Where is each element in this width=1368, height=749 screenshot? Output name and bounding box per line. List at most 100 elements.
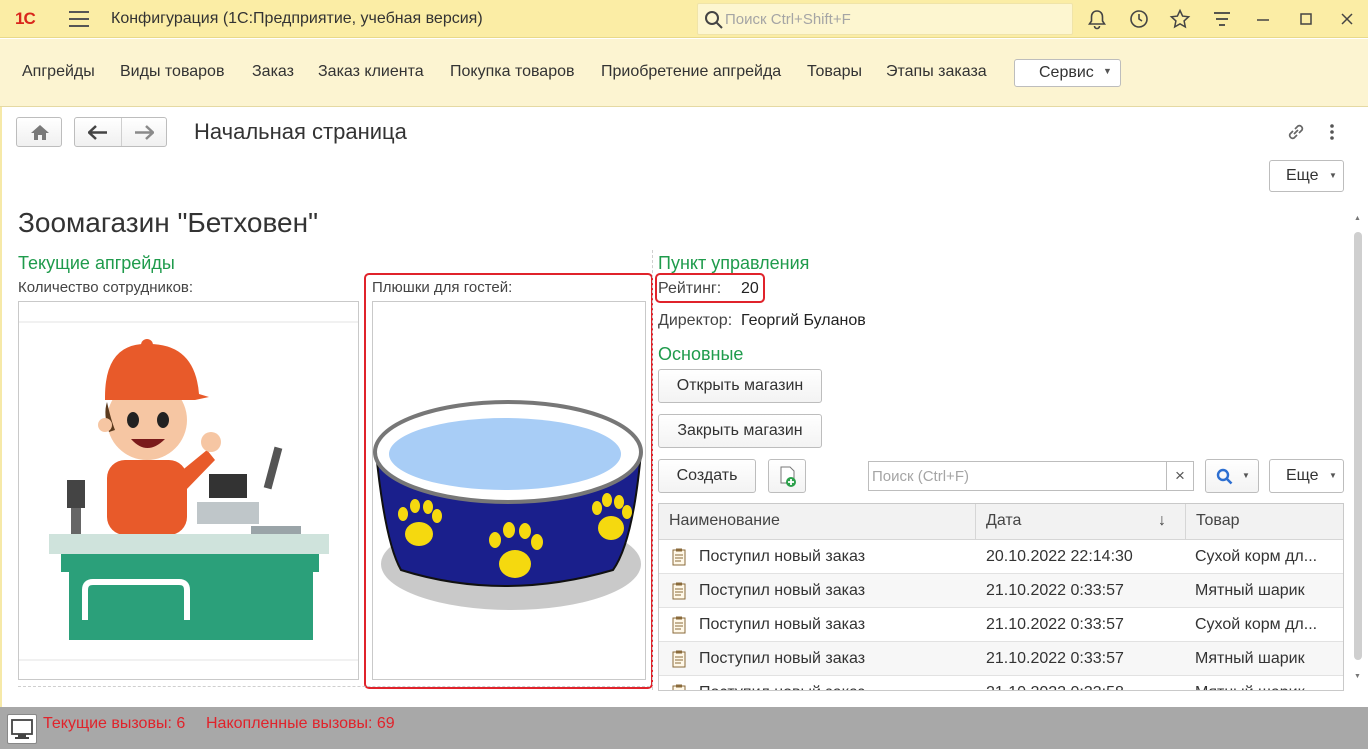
column-header-product[interactable]: Товар — [1186, 504, 1343, 540]
scroll-up-icon[interactable]: ▲ — [1354, 215, 1361, 222]
table-header: Наименование Дата ↓ Товар — [659, 504, 1343, 540]
row-date: 20.10.2022 22:14:30 — [986, 548, 1133, 565]
home-icon — [31, 125, 49, 140]
sort-down-icon: ↓ — [1158, 512, 1166, 529]
rating-highlight — [655, 273, 765, 303]
left-border — [0, 107, 2, 707]
employees-image — [18, 301, 359, 680]
filter-icon[interactable] — [1211, 8, 1233, 30]
section-products[interactable]: Товары — [807, 63, 862, 81]
section-upgrade-acquisition[interactable]: Приобретение апгрейда — [601, 63, 781, 81]
sections-panel: Апгрейды Виды товаров Заказ Заказ клиент… — [0, 39, 1368, 107]
status-bar: Текущие вызовы: 6 Накопленные вызовы: 69 — [0, 707, 1368, 749]
section-product-types[interactable]: Виды товаров — [120, 63, 224, 81]
row-product: Мятный шарик — [1195, 650, 1305, 667]
accumulated-calls: Накопленные вызовы: 69 — [206, 715, 395, 732]
star-icon[interactable] — [1169, 8, 1191, 30]
row-product: Мятный шарик — [1195, 676, 1341, 690]
section-order[interactable]: Заказ — [252, 63, 294, 81]
global-search-input[interactable]: Поиск Ctrl+Shift+F — [697, 3, 1073, 35]
main-menu-icon[interactable] — [69, 11, 89, 27]
maximize-icon[interactable] — [1295, 8, 1317, 30]
director-value: Георгий Буланов — [741, 312, 866, 329]
row-product: Сухой корм дл... — [1195, 548, 1318, 565]
store-title: Зоомагазин "Бетховен" — [18, 207, 319, 238]
current-calls: Текущие вызовы: 6 — [43, 715, 186, 732]
table-row[interactable]: Поступил новый заказ 21.10.2022 0:33:57 … — [659, 574, 1343, 608]
page-more-button[interactable]: Еще ▼ — [1269, 160, 1344, 192]
main-group-title: Основные — [658, 344, 744, 364]
row-date: 21.10.2022 0:33:57 — [986, 582, 1124, 599]
section-upgrades[interactable]: Апгрейды — [22, 63, 95, 81]
orders-table: Наименование Дата ↓ Товар Поступил новый… — [658, 503, 1344, 691]
service-menu-label: Сервис — [1039, 64, 1094, 81]
cashier-illustration — [19, 321, 358, 661]
upgrades-group-title: Текущие апгрейды — [18, 253, 175, 273]
chevron-down-icon: ▼ — [1242, 471, 1250, 480]
bell-icon[interactable] — [1086, 8, 1108, 30]
page-scrollbar[interactable]: ▲ ▼ — [1353, 215, 1363, 685]
list-search-input[interactable]: Поиск (Ctrl+F) × — [868, 461, 1194, 491]
history-icon[interactable] — [1128, 8, 1150, 30]
row-name: Поступил новый заказ — [699, 582, 866, 599]
row-name: Поступил новый заказ — [699, 650, 866, 667]
home-button[interactable] — [16, 117, 62, 147]
row-name: Поступил новый заказ — [699, 676, 969, 690]
column-header-date[interactable]: Дата ↓ — [976, 504, 1186, 540]
search-options-button[interactable]: ▼ — [1205, 459, 1259, 493]
chevron-down-icon: ▼ — [1103, 66, 1112, 76]
forward-icon[interactable] — [134, 125, 154, 140]
nav-divider — [121, 118, 122, 146]
group-separator — [18, 686, 650, 687]
chevron-down-icon: ▼ — [1329, 471, 1337, 480]
minimize-icon[interactable] — [1252, 8, 1274, 30]
add-copy-icon — [780, 466, 796, 487]
link-icon[interactable] — [1285, 121, 1307, 143]
global-search-placeholder: Поиск Ctrl+Shift+F — [725, 11, 851, 28]
clear-search-button[interactable]: × — [1166, 462, 1193, 490]
section-purchase[interactable]: Покупка товаров — [450, 63, 575, 81]
search-icon — [1216, 468, 1233, 485]
row-product: Сухой корм дл... — [1195, 616, 1318, 633]
kebab-icon[interactable] — [1324, 121, 1340, 143]
search-icon — [705, 11, 723, 29]
report-icon — [671, 676, 687, 690]
create-button[interactable]: Создать — [658, 459, 756, 493]
report-icon — [671, 540, 687, 574]
back-icon[interactable] — [88, 125, 108, 140]
report-icon — [671, 642, 687, 676]
column-separator — [652, 250, 653, 690]
scroll-down-icon[interactable]: ▼ — [1354, 673, 1361, 680]
monitor-icon[interactable] — [7, 714, 37, 744]
column-header-name[interactable]: Наименование — [659, 504, 976, 540]
title-bar: 1С Конфигурация (1С:Предприятие, учебная… — [0, 0, 1368, 38]
table-row[interactable]: Поступил новый заказ 21.10.2022 0:33:57 … — [659, 608, 1343, 642]
list-more-label: Еще — [1286, 467, 1319, 484]
employees-label: Количество сотрудников: — [18, 279, 194, 296]
open-store-button[interactable]: Открыть магазин — [658, 369, 822, 403]
list-more-button[interactable]: Еще ▼ — [1269, 459, 1344, 493]
close-store-button[interactable]: Закрыть магазин — [658, 414, 822, 448]
report-icon — [671, 608, 687, 642]
table-row[interactable]: Поступил новый заказ 21.10.2022 0:33:57 … — [659, 642, 1343, 676]
chevron-down-icon: ▼ — [1329, 171, 1337, 180]
control-group-title: Пункт управления — [658, 253, 810, 273]
row-name: Поступил новый заказ — [699, 548, 866, 565]
page-title: Начальная страница — [194, 119, 407, 144]
close-icon[interactable] — [1336, 8, 1358, 30]
report-icon — [671, 574, 687, 608]
table-row[interactable]: Поступил новый заказ 20.10.2022 22:14:30… — [659, 540, 1343, 574]
row-product: Мятный шарик — [1195, 582, 1305, 599]
treats-highlight — [364, 273, 653, 689]
row-name: Поступил новый заказ — [699, 616, 866, 633]
table-row[interactable]: Поступил новый заказ 21.10.2022 0:33:58 … — [659, 676, 1343, 690]
section-client-order[interactable]: Заказ клиента — [318, 63, 424, 81]
window-title: Конфигурация (1С:Предприятие, учебная ве… — [111, 10, 483, 27]
history-nav — [74, 117, 167, 147]
app-logo[interactable]: 1С — [15, 9, 36, 29]
row-date: 21.10.2022 0:33:58 — [986, 676, 1181, 690]
add-copy-button[interactable] — [768, 459, 806, 493]
section-order-stages[interactable]: Этапы заказа — [886, 63, 987, 81]
service-menu-button[interactable]: Сервис ▼ — [1014, 59, 1121, 87]
scrollbar-thumb[interactable] — [1354, 232, 1362, 660]
